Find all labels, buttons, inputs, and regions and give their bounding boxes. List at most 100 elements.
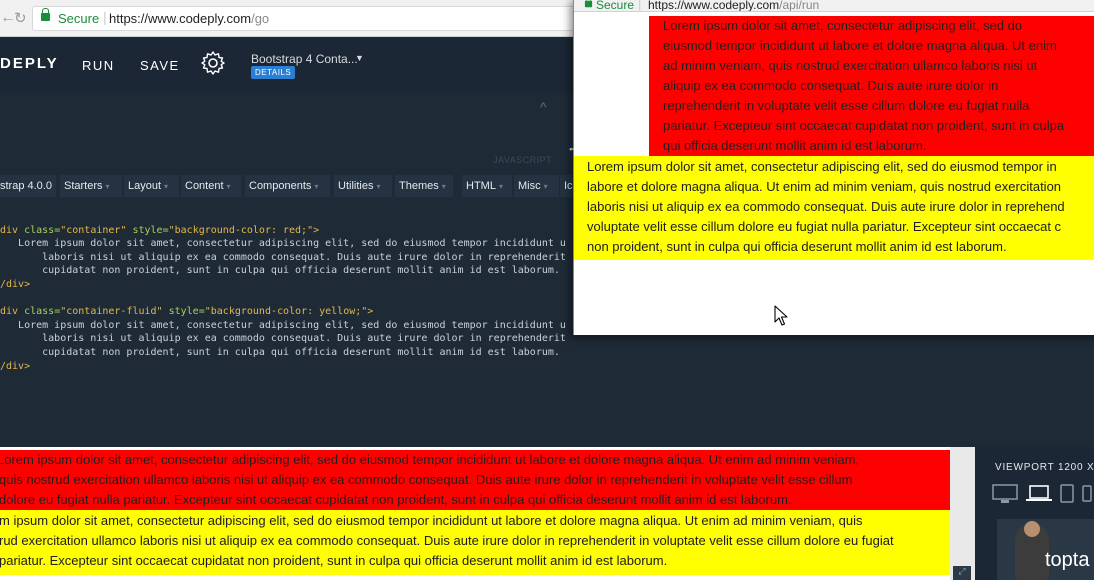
code-attr: class= xyxy=(24,224,61,236)
reload-icon[interactable]: ↻ xyxy=(14,9,27,27)
menu-misc[interactable]: Misc ▾ xyxy=(514,175,559,197)
desktop-icon[interactable] xyxy=(991,483,1019,505)
browser-toolbar: ← ↻ Secure | https://www.codeply.com/go xyxy=(0,0,592,37)
code-attr: style= xyxy=(162,306,205,318)
code-line: Lorem ipsum dolor sit amet, consectetur … xyxy=(0,319,566,331)
url-base: https://www.codeply.com xyxy=(648,0,780,12)
preview-frame[interactable]: Lorem ipsum dolor sit amet, consectetur … xyxy=(0,447,975,580)
menu-label: Layout xyxy=(128,180,162,192)
menu-label: Components xyxy=(249,180,312,192)
menu-label: strap 4.0.0 xyxy=(0,180,52,192)
popup-container-red: Lorem ipsum dolor sit amet, consectetur … xyxy=(649,16,1094,156)
popup-text-line: laboris nisi ut aliquip ex ea commodo co… xyxy=(587,199,1065,214)
preview-text-line: m ipsum dolor sit amet, consectetur adip… xyxy=(0,513,863,528)
code-string: "background-color: red;" xyxy=(168,224,314,236)
menu-label: Utilities xyxy=(338,180,374,192)
preview-container-fluid-yellow: m ipsum dolor sit amet, consectetur adip… xyxy=(0,510,975,575)
code-tag: > xyxy=(313,224,320,236)
code-line: cupidatat non proident, sunt in culpa qu… xyxy=(0,265,560,277)
menu-content[interactable]: Content ▾ xyxy=(181,175,241,197)
menu-label: Starters xyxy=(64,180,103,192)
ad-brand-text: topta xyxy=(1045,549,1090,571)
chevron-down-icon: ▾ xyxy=(376,182,381,191)
menu-themes[interactable]: Themes ▾ xyxy=(395,175,453,197)
viewport-panel: VIEWPORT 1200 X 2 topta xyxy=(975,447,1094,580)
gear-icon[interactable] xyxy=(200,50,226,76)
project-title[interactable]: Bootstrap 4 Conta... xyxy=(251,52,358,66)
popup-address-bar[interactable]: Secure | https://www.codeply.com/api/run xyxy=(574,0,1094,12)
brand-logo[interactable]: DEPLY xyxy=(0,55,59,72)
collapse-icon[interactable]: ^ xyxy=(540,99,547,115)
popup-text-line: qui officia deserunt mollit anim id est … xyxy=(663,138,927,153)
code-line: laboris nisi ut aliquip ex ea commodo co… xyxy=(0,251,566,263)
details-button[interactable]: DETAILS xyxy=(251,66,296,79)
code-string: "background-color: yellow;" xyxy=(204,306,368,318)
popup-text-line: non proident, sunt in culpa qui officia … xyxy=(587,239,1007,254)
html-editor[interactable]: div class="container" style="background-… xyxy=(0,210,575,440)
popup-browser-window[interactable]: Secure | https://www.codeply.com/api/run… xyxy=(573,0,1094,335)
url-text: https://www.codeply.com/api/run xyxy=(648,0,820,12)
popup-text-line: reprehenderit in voluptate velit esse ci… xyxy=(663,98,1030,113)
preview-text-line: quis nostrud exercitation ullamco labori… xyxy=(0,472,853,487)
chevron-down-icon[interactable]: ▼ xyxy=(355,53,364,63)
pane-label: JAVASCRIPT xyxy=(493,155,553,165)
menu-label: Themes xyxy=(399,180,439,192)
preview-text-line: dolore eu fugiat nulla pariatur. Excepte… xyxy=(0,492,792,507)
code-line: /div> xyxy=(0,360,31,372)
ad-person-head xyxy=(1024,521,1040,537)
address-bar[interactable]: Secure | https://www.codeply.com/go xyxy=(32,6,592,31)
menu-label: Content xyxy=(185,180,224,192)
url-separator: | xyxy=(638,0,642,11)
code-tag: > xyxy=(367,306,374,318)
chevron-down-icon: ▾ xyxy=(543,182,548,191)
menu-html[interactable]: HTML ▾ xyxy=(462,175,512,197)
code-tag: div xyxy=(0,224,25,236)
chevron-down-icon: ▾ xyxy=(164,182,169,191)
menu-components[interactable]: Components ▾ xyxy=(245,175,330,197)
phone-icon[interactable] xyxy=(1081,483,1093,505)
popup-text-line: Lorem ipsum dolor sit amet, consectetur … xyxy=(663,18,1023,33)
code-line: laboris nisi ut aliquip ex ea commodo co… xyxy=(0,333,566,345)
chevron-down-icon: ▾ xyxy=(498,182,503,191)
viewport-label: VIEWPORT 1200 X 2 xyxy=(995,462,1094,473)
code-line: cupidatat non proident, sunt in culpa qu… xyxy=(0,346,560,358)
resize-handle-icon[interactable]: ⇔ xyxy=(567,141,579,155)
chevron-down-icon: ▾ xyxy=(105,182,110,191)
snippet-menubar: strap 4.0.0 Starters ▾ Layout ▾ Content ▾ C… xyxy=(0,175,580,197)
preview-scrollbar[interactable] xyxy=(950,447,975,580)
code-tag: div xyxy=(0,306,25,318)
lock-icon xyxy=(41,8,50,21)
code-line: div class="container" style="background-… xyxy=(0,224,575,238)
popup-text-line: pariatur. Excepteur sint occaecat cupida… xyxy=(663,118,1065,133)
code-line: Lorem ipsum dolor sit amet, consectetur … xyxy=(0,238,566,250)
js-editor-pane[interactable]: ^ JAVASCRIPT xyxy=(0,93,575,170)
secure-label: Secure xyxy=(58,11,100,26)
popup-text-line: Lorem ipsum dolor sit amet, consectetur … xyxy=(587,159,1057,174)
chevron-down-icon: ▾ xyxy=(226,182,231,191)
laptop-icon[interactable] xyxy=(1025,483,1053,505)
preview-text-line: rud exercitation ullamco laboris nisi ut… xyxy=(0,533,894,548)
menu-utilities[interactable]: Utilities ▾ xyxy=(334,175,392,197)
popup-text-line: eiusmod tempor incididunt ut labore et d… xyxy=(663,38,1057,53)
popup-text-line: labore et dolore magna aliqua. Ut enim a… xyxy=(587,179,1062,194)
lock-icon xyxy=(584,0,593,8)
code-string: "container" xyxy=(60,224,127,236)
menu-starters[interactable]: Starters ▾ xyxy=(60,175,122,197)
menu-layout[interactable]: Layout ▾ xyxy=(124,175,179,197)
menu-bootstrap-version[interactable]: strap 4.0.0 xyxy=(0,175,56,197)
code-line: div class="container-fluid" style="backg… xyxy=(0,305,575,319)
run-button[interactable]: RUN xyxy=(82,58,115,73)
menu-label: Ic xyxy=(564,180,573,192)
tablet-icon[interactable] xyxy=(1059,483,1075,505)
url-path: /api/run xyxy=(779,0,820,12)
expand-icon[interactable]: ⤢ xyxy=(953,566,971,580)
menu-label: Misc xyxy=(518,180,541,192)
ad-thumbnail[interactable]: topta xyxy=(997,519,1094,580)
mouse-cursor-icon xyxy=(774,305,788,326)
save-button[interactable]: SAVE xyxy=(140,58,180,73)
secure-label: Secure xyxy=(596,0,635,12)
code-string: "container-fluid" xyxy=(60,306,163,318)
chevron-down-icon: ▾ xyxy=(314,182,319,191)
code-attr: style= xyxy=(126,224,169,236)
